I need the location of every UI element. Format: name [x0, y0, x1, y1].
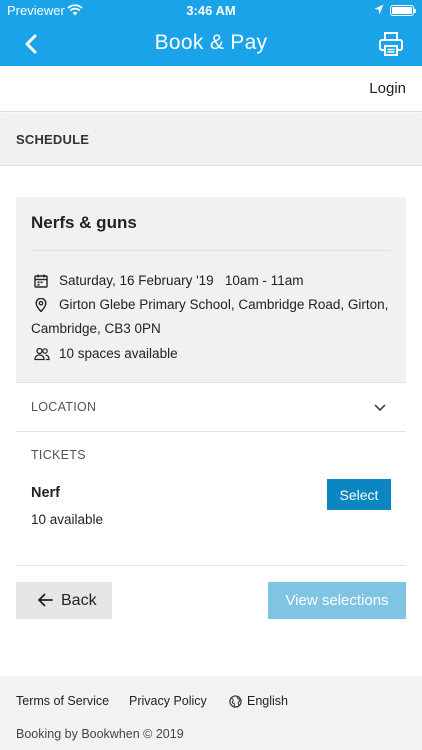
- select-ticket-button[interactable]: Select: [327, 479, 391, 510]
- event-date-row: Saturday, 16 February '19 10am - 11am: [31, 269, 371, 293]
- ticket-availability: 10 available: [31, 512, 104, 527]
- map-pin-icon: [35, 298, 47, 312]
- location-arrow-icon: [374, 4, 384, 15]
- login-bar: Login: [0, 66, 422, 112]
- terms-of-service-link[interactable]: Terms of Service: [16, 694, 109, 708]
- arrow-left-icon: [38, 593, 53, 607]
- location-accordion[interactable]: LOCATION: [16, 382, 406, 432]
- ticket-name: Nerf: [31, 485, 61, 501]
- event-date-time: Saturday, 16 February '19 10am - 11am: [59, 273, 304, 288]
- back-button-label: Back: [61, 592, 97, 609]
- tickets-label: TICKETS: [31, 448, 86, 462]
- location-label: LOCATION: [31, 400, 97, 414]
- status-bar: Previewer 3:46 AM: [0, 0, 422, 22]
- privacy-policy-link[interactable]: Privacy Policy: [129, 694, 207, 708]
- divider: [31, 250, 391, 251]
- back-button[interactable]: Back: [16, 582, 112, 619]
- view-selections-button[interactable]: View selections: [268, 582, 406, 619]
- calendar-icon: [34, 274, 48, 288]
- battery-icon: [390, 5, 416, 16]
- event-spaces-row: 10 spaces available: [31, 342, 178, 366]
- event-address-row: Girton Glebe Primary School, Cambridge R…: [31, 293, 401, 341]
- event-card: Nerfs & guns Saturday, 16 February '19 1…: [16, 197, 406, 382]
- nav-bar: Book & Pay: [0, 22, 422, 66]
- page-title: Book & Pay: [154, 31, 268, 54]
- event-address-line2: Cambridge, CB3 0PN: [31, 321, 161, 336]
- schedule-header: SCHEDULE: [0, 113, 422, 166]
- divider: [16, 565, 406, 566]
- login-link[interactable]: Login: [369, 80, 406, 97]
- globe-icon: [229, 695, 242, 708]
- chevron-down-icon: [374, 404, 386, 411]
- clock: 3:46 AM: [186, 3, 236, 18]
- event-address-line1: Girton Glebe Primary School, Cambridge R…: [59, 297, 389, 312]
- schedule-label: SCHEDULE: [16, 132, 90, 147]
- event-spaces: 10 spaces available: [59, 346, 178, 361]
- language-selector[interactable]: English: [229, 694, 288, 708]
- bookwhen-credit: Booking by Bookwhen © 2019: [16, 727, 184, 741]
- footer: Terms of Service Privacy Policy English …: [0, 676, 422, 750]
- printer-icon[interactable]: [378, 31, 404, 57]
- users-icon: [34, 347, 50, 361]
- event-title: Nerfs & guns: [31, 213, 137, 232]
